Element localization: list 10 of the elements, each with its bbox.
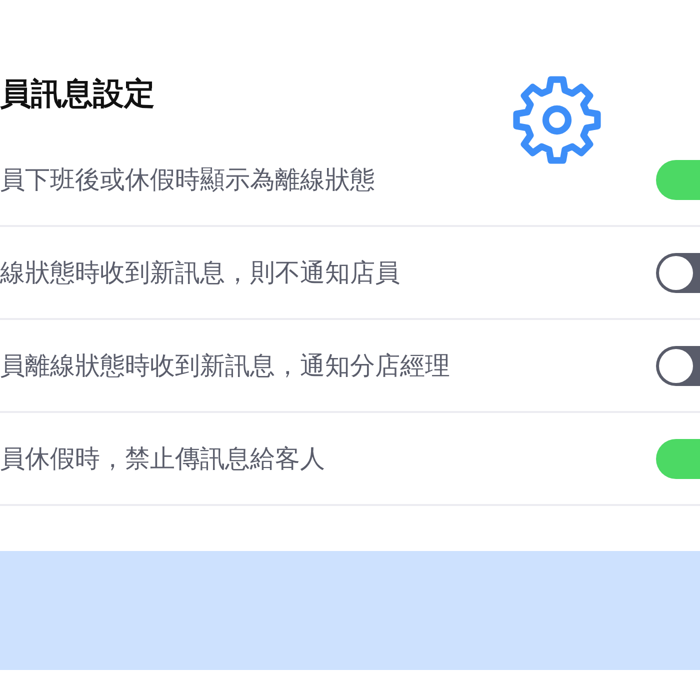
toggle-switch[interactable] <box>656 346 700 386</box>
settings-icon <box>512 75 602 165</box>
setting-label: 員下班後或休假時顯示為離線狀態 <box>0 164 375 196</box>
setting-label: 員離線狀態時收到新訊息，通知分店經理 <box>0 350 450 382</box>
settings-title: 員訊息設定 <box>0 75 155 113</box>
toggle-switch[interactable] <box>656 438 700 478</box>
setting-label: 線狀態時收到新訊息，則不通知店員 <box>0 256 400 288</box>
setting-label: 員休假時，禁止傳訊息給客人 <box>0 442 325 474</box>
toggle-switch[interactable] <box>656 252 700 292</box>
toggle-switch[interactable] <box>656 160 700 200</box>
